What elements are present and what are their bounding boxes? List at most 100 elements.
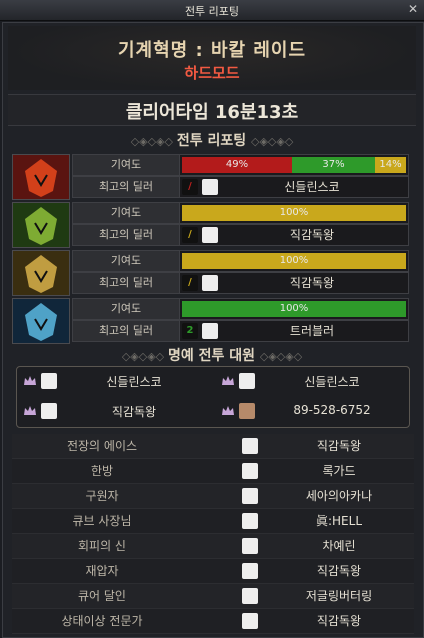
avatar [239,403,255,419]
avatar [242,613,258,629]
avatar [242,538,258,554]
award-recipient: 직감독왕 [316,614,362,628]
contribution-segment: 100% [182,253,406,269]
award-row[interactable]: 큐브 사장님 眞:HELL [12,509,414,534]
award-row[interactable]: 한방 록가드 [12,459,414,484]
clear-time-banner: 클리어타임 16분13초 [8,94,416,126]
contribution-bar: 100% [179,250,409,272]
honor-member[interactable]: 신들린스코 [215,369,405,395]
award-recipient: 차예린 [322,539,356,553]
section-title-honor: 명예 전투 대원 [167,348,255,364]
honor-member-name: 신들린스코 [106,375,162,389]
avatar [242,438,258,454]
award-row[interactable]: 재압자 직감독왕 [12,559,414,584]
award-recipient: 眞:HELL [315,514,363,528]
award-recipient: 세아의아카나 [305,489,373,503]
avatar [41,403,57,419]
award-recipient: 록가드 [322,464,356,478]
best-dealer-label: 최고의 딜러 [72,224,180,246]
window-titlebar: 전투 리포팅 ✕ [0,0,424,21]
honor-member[interactable]: 89-528-6752 [215,399,405,425]
dungeon-name: 기계혁명 : 바칼 레이드 [117,40,307,61]
award-row[interactable]: 구원자 세아의아카나 [12,484,414,509]
award-title: 큐브 사장님 [72,514,132,528]
party-report: 기여도 최고의 딜러 100% / 직감독왕 [12,250,409,296]
blue-dragon-portrait-icon [12,298,70,344]
honor-member-name: 직감독왕 [111,405,157,419]
honor-member[interactable]: 신들린스코 [17,369,207,395]
award-title: 전장의 에이스 [66,439,138,453]
best-dealer-box[interactable]: / 직감독왕 [179,224,409,246]
award-row[interactable]: 회피의 신 차예린 [12,534,414,559]
contribution-label: 기여도 [72,202,180,224]
best-dealer-box[interactable]: / 직감독왕 [179,272,409,294]
best-dealer-box[interactable]: / 신들린스코 [179,176,409,198]
award-recipient: 직감독왕 [316,564,362,578]
honor-members-box: 신들린스코 신들린스코 직감독왕 89-528-6752 [16,366,410,428]
avatar [202,275,218,291]
ornament-icon: ◇◈◇◈◇ [130,135,177,148]
contribution-bar: 49% 37% 14% [179,154,409,176]
section-honor: ◇◈◇◈◇ 명예 전투 대원 ◇◈◇◈◇ [8,345,416,364]
award-title: 한방 [90,464,114,478]
ornament-icon: ◇◈◇◈◇ [250,135,294,148]
best-dealer-label: 최고의 딜러 [72,272,180,294]
contribution-label: 기여도 [72,298,180,320]
contribution-label: 기여도 [72,250,180,272]
contribution-bar: 100% [179,202,409,224]
best-dealer-name: 트러블러 [289,324,335,338]
crown-icon [24,406,36,415]
party-report: 기여도 최고의 딜러 100% / 직감독왕 [12,202,409,248]
award-recipient: 직감독왕 [316,439,362,453]
avatar [242,513,258,529]
award-recipient: 저글링버터링 [305,589,373,603]
award-title: 구원자 [85,489,119,503]
award-row[interactable]: 전장의 에이스 직감독왕 [12,434,414,459]
avatar [202,227,218,243]
crown-icon [24,376,36,385]
weapon-icon: / [182,275,198,291]
awards-list: 전장의 에이스 직감독왕 한방 록가드 구원자 세아의아카나 큐브 사장님 眞:HEL… [12,434,414,634]
green-dragon-portrait-icon [12,202,70,248]
best-dealer-box[interactable]: 2 트러블러 [179,320,409,342]
best-dealer-label: 최고의 딜러 [72,320,180,342]
avatar [239,373,255,389]
window-title: 전투 리포팅 [184,5,240,18]
award-row[interactable]: 큐어 달인 저글링버터링 [12,584,414,609]
weapon-icon: / [182,227,198,243]
close-icon[interactable]: ✕ [408,2,418,16]
crown-icon [222,406,234,415]
avatar [202,179,218,195]
weapon-icon: 2 [182,323,198,339]
section-battle-report: ◇◈◇◈◇ 전투 리포팅 ◇◈◇◈◇ [8,130,416,149]
crown-icon [222,376,234,385]
red-dragon-portrait-icon [12,154,70,200]
honor-member-name: 89-528-6752 [293,403,371,417]
avatar [242,588,258,604]
contribution-segment: 100% [182,301,406,317]
avatar [202,323,218,339]
clear-time: 클리어타임 16분13초 [125,102,299,123]
party-report: 기여도 최고의 딜러 49% 37% 14% / 신들린스코 [12,154,409,200]
contribution-segment: 37% [292,157,375,173]
ornament-icon: ◇◈◇◈◇ [259,350,303,363]
dungeon-header: 기계혁명 : 바칼 레이드 하드모드 [8,26,416,90]
contribution-label: 기여도 [72,154,180,176]
section-title-report: 전투 리포팅 [176,133,247,149]
contribution-segment: 49% [182,157,292,173]
ornament-icon: ◇◈◇◈◇ [121,350,168,363]
avatar [242,488,258,504]
best-dealer-name: 신들린스코 [284,180,340,194]
contribution-segment: 100% [182,205,406,221]
party-report: 기여도 최고의 딜러 100% 2 트러블러 [12,298,409,344]
best-dealer-name: 직감독왕 [289,228,335,242]
gold-dragon-portrait-icon [12,250,70,296]
contribution-bar: 100% [179,298,409,320]
award-title: 상태이상 전문가 [61,614,143,628]
award-title: 재압자 [85,564,119,578]
honor-member[interactable]: 직감독왕 [17,399,207,425]
best-dealer-label: 최고의 딜러 [72,176,180,198]
avatar [242,463,258,479]
award-row[interactable]: 상태이상 전문가 직감독왕 [12,609,414,634]
best-dealer-name: 직감독왕 [289,276,335,290]
